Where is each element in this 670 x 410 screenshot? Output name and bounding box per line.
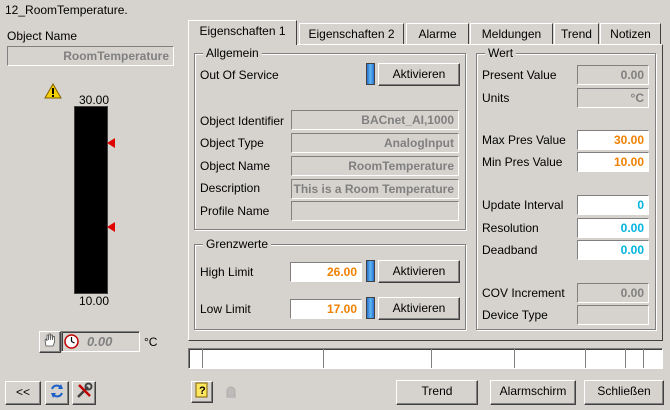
current-value: 0.00 [87,334,113,349]
collapse-button[interactable]: << [5,381,41,405]
wert-title: Wert [485,46,517,60]
high-limit-field[interactable]: 26.00 [290,262,362,282]
tab-trend[interactable]: Trend [554,23,599,44]
profile-name-label: Profile Name [200,204,270,218]
object-type-label: Object Type [200,136,264,150]
high-limit-indicator [366,260,375,282]
trend-button[interactable]: Trend [396,380,478,405]
present-value-label: Present Value [482,68,557,82]
min-pres-label: Min Pres Value [482,155,563,169]
object-name-field: RoomTemperature [7,46,174,66]
tab-alarme[interactable]: Alarme [406,23,469,44]
description-label: Description [200,181,261,195]
update-interval-label: Update Interval [482,198,564,212]
device-type-label: Device Type [482,308,548,322]
help-icon[interactable]: ? [191,381,213,403]
min-pres-field[interactable]: 10.00 [577,152,649,172]
units-label: Units [482,91,510,105]
tab-eigenschaften-2[interactable]: Eigenschaften 2 [299,23,404,44]
out-of-service-label: Out Of Service [200,68,279,82]
status-cell [644,349,662,368]
status-cell [189,349,203,368]
tools-icon[interactable] [72,381,96,405]
low-limit-indicator [366,297,375,319]
max-pres-field[interactable]: 30.00 [577,130,649,150]
max-pres-label: Max Pres Value [482,133,566,147]
status-cell [324,349,432,368]
cov-increment-label: COV Increment [482,286,565,300]
refresh-icon[interactable] [45,381,69,405]
status-cell [203,349,324,368]
tab-eigenschaften-1[interactable]: Eigenschaften 1 [188,20,297,45]
resolution-field[interactable]: 0.00 [577,218,649,238]
profile-name-field [291,201,459,221]
status-cell [626,349,644,368]
status-strip [188,348,663,369]
description-field: This is a Room Temperature [291,179,459,199]
deadband-label: Deadband [482,243,538,257]
value-display: 0.00 [61,331,140,352]
scale-min-label: 10.00 [79,294,110,308]
tab-notizen[interactable]: Notizen [600,23,661,44]
object-name-row-label: Object Name [200,159,271,173]
low-limit-marker [107,222,115,232]
units-field: °C [577,88,649,108]
scale-max-label: 30.00 [79,93,110,107]
out-of-service-indicator [366,63,375,85]
status-cell [586,349,626,368]
deadband-field[interactable]: 0.00 [577,240,649,260]
alarmschirm-button[interactable]: Alarmschirm [490,380,576,405]
object-name-row-field: RoomTemperature [291,156,459,176]
status-cell [515,349,586,368]
object-type-field: AnalogInput [291,133,459,153]
high-limit-label: High Limit [200,265,254,279]
high-limit-activate-button[interactable]: Aktivieren [378,260,460,283]
high-limit-marker [107,138,115,148]
low-limit-activate-button[interactable]: Aktivieren [378,297,460,320]
object-identifier-field: BACnet_AI,1000 [291,110,459,130]
warning-triangle-icon [44,82,62,99]
object-identifier-label: Object Identifier [200,114,285,128]
cov-increment-field: 0.00 [577,283,649,303]
present-value-field: 0.00 [577,65,649,85]
grenzwerte-title: Grenzwerte [203,237,272,251]
tab-meldungen[interactable]: Meldungen [470,23,553,44]
low-limit-label: Low Limit [200,302,251,316]
low-limit-field[interactable]: 17.00 [290,299,362,319]
allgemein-title: Allgemein [203,46,262,60]
status-cell [432,349,515,368]
clock-icon [64,334,79,352]
out-of-service-activate-button[interactable]: Aktivieren [378,63,460,86]
window-title: 12_RoomTemperature. [5,3,128,17]
hand-icon[interactable] [39,331,61,353]
thermometer-bar [74,106,108,294]
bell-icon [222,383,240,401]
resolution-label: Resolution [482,221,539,235]
svg-text:?: ? [199,385,206,397]
update-interval-field[interactable]: 0 [577,195,649,215]
object-name-label: Object Name [7,29,78,43]
close-button[interactable]: Schließen [584,380,664,405]
device-type-field [577,305,649,325]
unit-label: °C [144,335,158,349]
